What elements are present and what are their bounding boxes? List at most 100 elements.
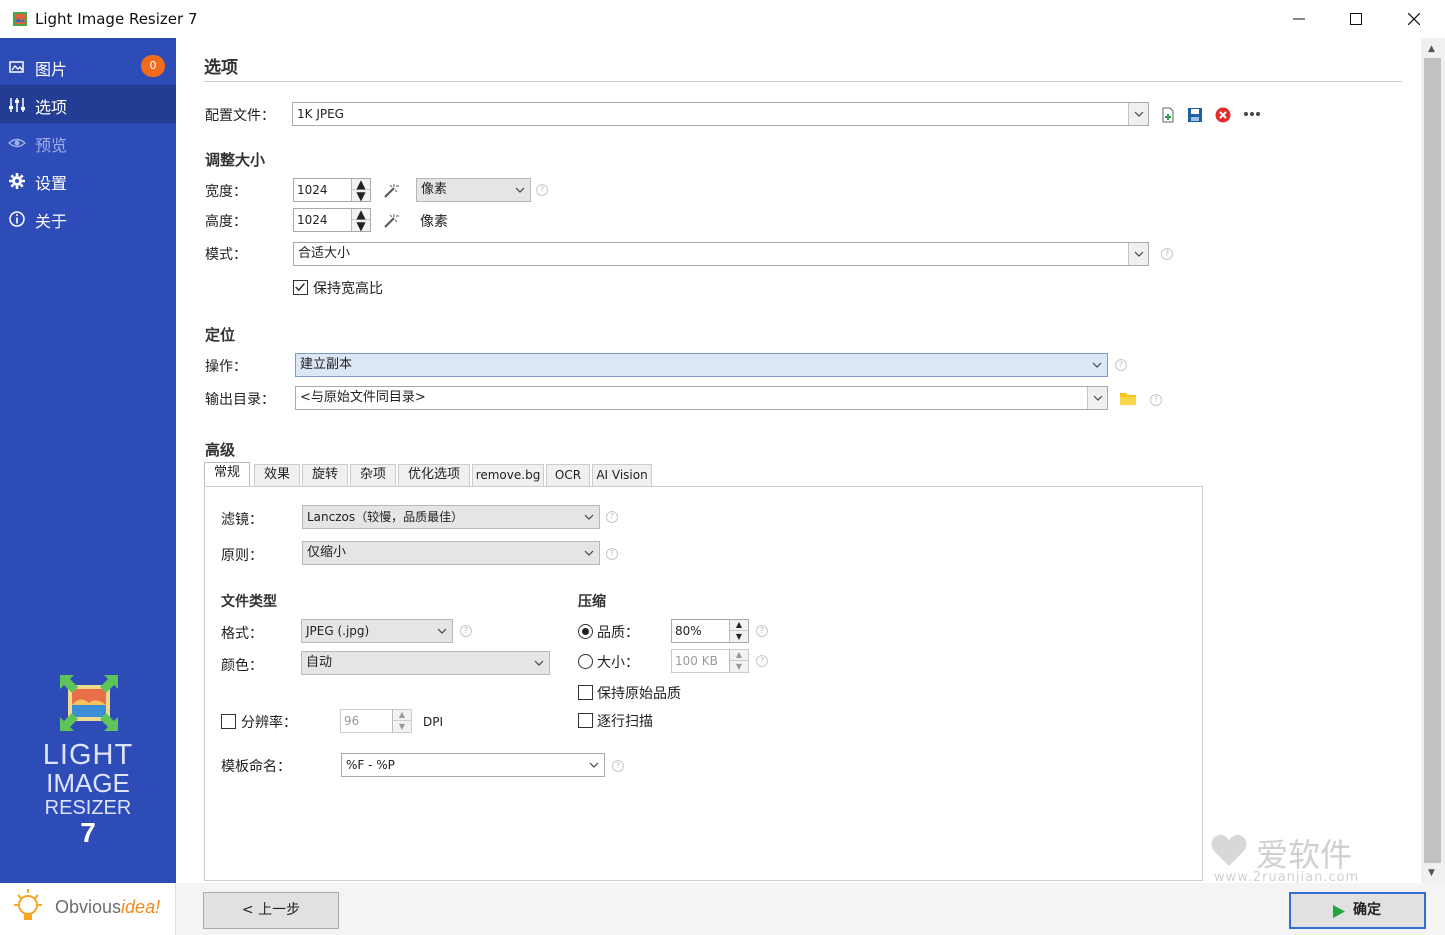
profile-select[interactable]: 1K JPEG xyxy=(292,102,1149,126)
tab-misc[interactable]: 杂项 xyxy=(350,464,396,486)
chevron-down-icon xyxy=(1087,354,1107,376)
chevron-down-icon xyxy=(432,620,452,642)
help-icon[interactable]: ? xyxy=(756,625,768,637)
ok-button-label: 确定 xyxy=(1353,902,1381,918)
width-value: 1024 xyxy=(297,183,328,197)
sidebar-item-preview[interactable]: 预览 xyxy=(0,123,176,161)
filetype-section-title: 文件类型 xyxy=(221,594,277,610)
unit-select[interactable]: 像素 xyxy=(416,178,531,202)
height-label: 高度： xyxy=(205,214,247,230)
progressive-checkbox[interactable] xyxy=(578,713,593,728)
chevron-down-icon xyxy=(579,506,599,528)
help-icon[interactable]: ? xyxy=(606,511,618,523)
height-stepper[interactable]: 1024 ▲ ▼ xyxy=(293,207,371,233)
sidebar-item-about[interactable]: 关于 xyxy=(0,199,176,237)
scroll-up-icon[interactable]: ▲ xyxy=(1428,44,1435,54)
brand-logo[interactable]: Obviousidea! xyxy=(0,883,176,935)
lightbulb-icon xyxy=(14,889,42,920)
help-icon[interactable]: ? xyxy=(606,548,618,560)
chevron-down-icon xyxy=(584,754,604,776)
sidebar-item-options[interactable]: 选项 xyxy=(0,85,176,123)
chevron-down-icon xyxy=(529,652,549,674)
delete-profile-icon[interactable] xyxy=(1215,107,1231,123)
options-panel: 选项 配置文件： 1K JPEG 调整大小 宽度： 1024 ▲ ▼ 像素 ? 高… xyxy=(176,38,1421,883)
back-button-label: < 上一步 xyxy=(241,902,301,918)
magic-wand-icon[interactable] xyxy=(382,212,400,230)
mode-select[interactable]: 合适大小 xyxy=(293,242,1149,266)
format-select[interactable]: JPEG (.jpg) xyxy=(301,619,453,643)
help-icon[interactable]: ? xyxy=(1161,248,1173,260)
tab-removebg[interactable]: remove.bg xyxy=(472,464,544,486)
filter-select[interactable]: Lanczos（较慢，品质最佳） xyxy=(302,505,600,529)
stepper-down-icon[interactable]: ▼ xyxy=(730,661,748,672)
help-icon[interactable]: ? xyxy=(1115,359,1127,371)
target-section-title: 定位 xyxy=(205,326,236,344)
magic-wand-icon[interactable] xyxy=(382,182,400,200)
help-icon[interactable]: ? xyxy=(460,625,472,637)
size-stepper[interactable]: 100 KB ▲ ▼ xyxy=(671,649,749,673)
stepper-down-icon[interactable]: ▼ xyxy=(352,219,370,233)
quality-stepper[interactable]: 80% ▲ ▼ xyxy=(671,619,749,643)
quality-radio[interactable] xyxy=(578,624,593,639)
keep-quality-checkbox[interactable] xyxy=(578,685,593,700)
minimize-button[interactable] xyxy=(1270,0,1328,38)
chevron-down-icon xyxy=(1087,387,1107,409)
resolution-checkbox[interactable] xyxy=(221,714,236,729)
sidebar-item-settings[interactable]: 设置 xyxy=(0,161,176,199)
logo-version: 7 xyxy=(80,817,96,848)
tab-optimize[interactable]: 优化选项 xyxy=(398,464,470,486)
size-radio[interactable] xyxy=(578,654,593,669)
keep-ratio-checkbox[interactable] xyxy=(293,280,308,295)
advanced-section-title: 高级 xyxy=(205,441,236,459)
tab-general[interactable]: 常规 xyxy=(204,462,250,486)
ok-button[interactable]: 确定 xyxy=(1289,892,1426,929)
sidebar-item-images[interactable]: 图片 0 xyxy=(0,47,176,85)
scroll-down-icon[interactable]: ▼ xyxy=(1428,868,1435,878)
color-select[interactable]: 自动 xyxy=(301,651,550,675)
profile-value: 1K JPEG xyxy=(297,107,344,121)
resolution-unit: DPI xyxy=(423,715,444,729)
width-stepper[interactable]: 1024 ▲ ▼ xyxy=(293,177,371,203)
stepper-down-icon[interactable]: ▼ xyxy=(730,631,748,642)
scrollbar-thumb[interactable] xyxy=(1424,58,1441,863)
profile-label: 配置文件： xyxy=(205,108,275,124)
action-select[interactable]: 建立副本 xyxy=(295,353,1108,377)
save-profile-icon[interactable] xyxy=(1187,107,1203,123)
mode-value: 合适大小 xyxy=(298,246,351,261)
template-select[interactable]: %F - %P xyxy=(341,753,605,777)
help-icon[interactable]: ? xyxy=(756,655,768,667)
action-value: 建立副本 xyxy=(300,357,353,372)
help-icon[interactable]: ? xyxy=(536,184,548,196)
tab-ai-vision[interactable]: AI Vision xyxy=(592,464,652,486)
close-button[interactable] xyxy=(1385,0,1443,38)
format-value: JPEG (.jpg) xyxy=(306,624,370,638)
folder-icon[interactable] xyxy=(1119,391,1137,406)
tab-ocr[interactable]: OCR xyxy=(546,464,590,486)
help-icon[interactable]: ? xyxy=(1150,394,1162,406)
maximize-button[interactable] xyxy=(1327,0,1385,38)
bottom-bar: < 上一步 确定 xyxy=(176,883,1445,935)
keep-quality-label: 保持原始品质 xyxy=(597,686,681,702)
quality-label: 品质： xyxy=(597,625,639,641)
help-icon[interactable]: ? xyxy=(612,760,624,772)
filter-value: Lanczos（较慢，品质最佳） xyxy=(307,510,464,524)
play-icon xyxy=(1333,905,1345,918)
mode-label: 模式： xyxy=(205,247,247,263)
width-label: 宽度： xyxy=(205,184,247,200)
rule-select[interactable]: 仅缩小 xyxy=(302,541,600,565)
new-profile-icon[interactable] xyxy=(1160,107,1176,123)
output-dir-select[interactable]: <与原始文件同目录> xyxy=(295,386,1108,410)
more-options-icon[interactable] xyxy=(1243,110,1261,118)
tab-rotate[interactable]: 旋转 xyxy=(302,464,348,486)
stepper-down-icon[interactable]: ▼ xyxy=(393,721,411,732)
sidebar-item-label: 预览 xyxy=(35,136,68,155)
back-button[interactable]: < 上一步 xyxy=(203,892,339,929)
format-label: 格式： xyxy=(221,626,263,642)
template-value: %F - %P xyxy=(346,758,395,772)
size-label: 大小： xyxy=(597,655,639,671)
resolution-stepper[interactable]: 96 ▲ ▼ xyxy=(340,709,412,733)
tab-effects[interactable]: 效果 xyxy=(254,464,300,486)
stepper-down-icon[interactable]: ▼ xyxy=(352,189,370,203)
maximize-icon xyxy=(1350,13,1362,25)
vertical-scrollbar[interactable]: ▲ ▼ xyxy=(1421,38,1445,883)
